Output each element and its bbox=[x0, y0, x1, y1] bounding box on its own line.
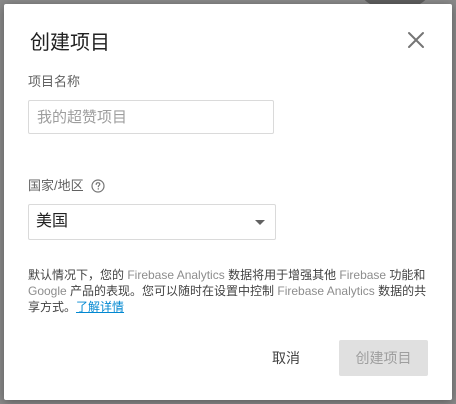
create-project-button[interactable]: 创建项目 bbox=[339, 340, 428, 376]
country-select[interactable]: 美国 bbox=[28, 204, 276, 240]
country-selected-value: 美国 bbox=[36, 213, 69, 230]
help-circle-icon[interactable] bbox=[91, 179, 105, 193]
project-name-label: 项目名称 bbox=[28, 74, 81, 89]
triangle-down-icon bbox=[255, 220, 265, 225]
notice-text-1: 默认情况下，您的 bbox=[28, 268, 128, 282]
notice-text-2: 数据将用于增强其他 bbox=[224, 268, 340, 282]
dialog-title: 创建项目 bbox=[30, 32, 110, 54]
country-label: 国家/地区 bbox=[28, 178, 84, 193]
notice-text-3: 功能和 bbox=[386, 268, 426, 282]
learn-more-link[interactable]: 了解详情 bbox=[76, 300, 124, 314]
close-icon bbox=[408, 32, 424, 48]
create-project-dialog: 创建项目 项目名称 国家/地区 美国 默认情况下，您的 Firebase Ana… bbox=[4, 4, 452, 400]
cancel-button[interactable]: 取消 bbox=[254, 340, 318, 376]
notice-text-4: 产品的表现。您可以随时在设置中控制 bbox=[66, 284, 278, 298]
analytics-notice: 默认情况下，您的 Firebase Analytics 数据将用于增强其他 Fi… bbox=[28, 267, 436, 315]
close-button[interactable] bbox=[404, 28, 428, 52]
notice-brand-2: Firebase bbox=[339, 268, 387, 282]
notice-brand-1: Firebase Analytics bbox=[127, 268, 225, 282]
notice-brand-4: Firebase Analytics bbox=[277, 284, 375, 298]
country-label-row: 国家/地区 bbox=[28, 178, 105, 194]
notice-brand-3: Google bbox=[28, 284, 67, 298]
project-name-input[interactable] bbox=[28, 100, 274, 134]
